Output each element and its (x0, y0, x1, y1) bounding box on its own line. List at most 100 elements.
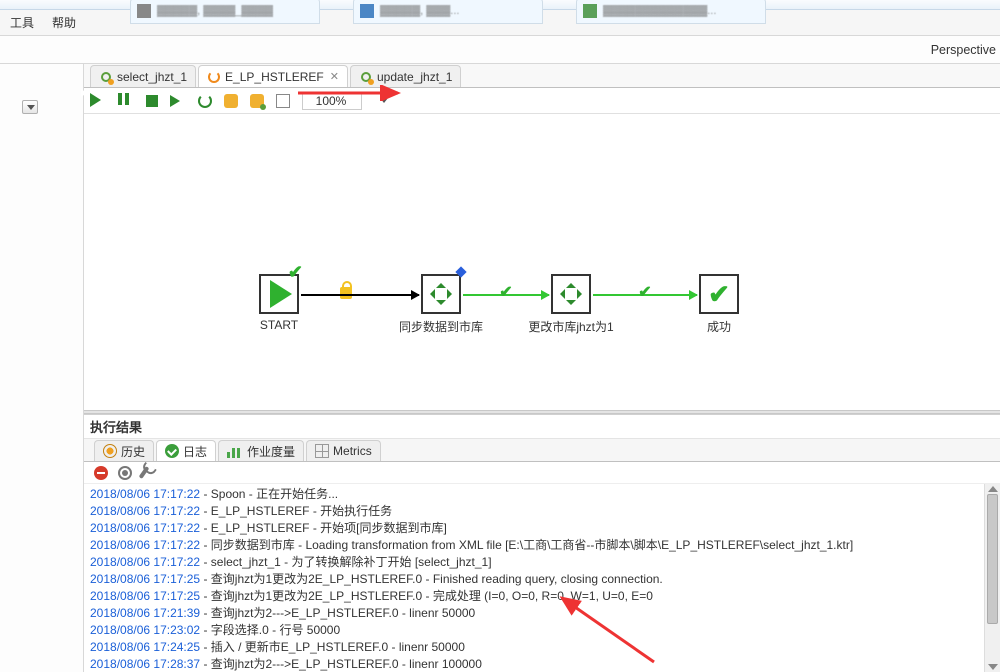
log-message: - Spoon - 正在开始任务... (200, 487, 338, 501)
results-panel: 执行结果 历史 日志 作业度量 Metrics 2018/08/06 17:17… (84, 414, 1000, 672)
tab-update-jhzt-1[interactable]: update_jhzt_1 (350, 65, 461, 87)
log-line: 2018/08/06 17:24:25 - 插入 / 更新市E_LP_HSTLE… (90, 639, 994, 656)
browser-tab[interactable]: ▓▓▓▓▓, ▓▓▓... (353, 0, 543, 24)
log-line: 2018/08/06 17:21:39 - 查询jhzt为2--->E_LP_H… (90, 605, 994, 622)
tab-label: 日志 (183, 443, 207, 460)
close-icon[interactable]: ✕ (330, 70, 339, 83)
replay-button[interactable] (198, 94, 212, 108)
node-success[interactable]: ✔ 成功 (699, 274, 739, 314)
perspective-label[interactable]: Perspective (931, 43, 996, 57)
tab-label: update_jhzt_1 (377, 70, 452, 84)
log-timestamp: 2018/08/06 17:28:37 (90, 657, 200, 671)
log-timestamp: 2018/08/06 17:17:22 (90, 538, 200, 552)
log-body[interactable]: 2018/08/06 17:17:22 - Spoon - 正在开始任务...2… (84, 484, 1000, 672)
explore-button[interactable] (250, 94, 264, 108)
log-message: - E_LP_HSTLEREF - 开始项[同步数据到市库] (200, 521, 447, 535)
log-timestamp: 2018/08/06 17:24:25 (90, 640, 200, 654)
stop-button[interactable] (146, 95, 158, 107)
browser-tab[interactable]: ▓▓▓▓▓, ▓▓▓▓_▓▓▓▓ (130, 0, 320, 24)
log-line: 2018/08/06 17:17:25 - 查询jhzt为1更改为2E_LP_H… (90, 571, 994, 588)
job-canvas[interactable]: ✔ START 同步数据到市库 ✔ (84, 114, 1000, 410)
tab-select-jhzt-1[interactable]: select_jhzt_1 (90, 65, 196, 87)
log-message: - 字段选择.0 - 行号 50000 (200, 623, 340, 637)
log-timestamp: 2018/08/06 17:23:02 (90, 623, 200, 637)
menu-help[interactable]: 帮助 (48, 14, 80, 31)
log-line: 2018/08/06 17:28:37 - 查询jhzt为2--->E_LP_H… (90, 656, 994, 672)
log-message: - 查询jhzt为2--->E_LP_HSTLEREF.0 - linenr 5… (200, 606, 475, 620)
editor-tabbar: select_jhzt_1 E_LP_HSTLEREF ✕ update_jhz… (84, 64, 1000, 88)
node-start[interactable]: ✔ START (259, 274, 299, 314)
log-timestamp: 2018/08/06 17:21:39 (90, 606, 200, 620)
run-toolbar: 100% (84, 88, 1000, 114)
node-label: 同步数据到市库 (399, 318, 483, 335)
scroll-thumb[interactable] (987, 494, 998, 624)
transform-icon (99, 70, 113, 84)
edge: ✔ (463, 294, 549, 296)
menu-tools[interactable]: 工具 (6, 14, 38, 31)
log-timestamp: 2018/08/06 17:17:22 (90, 555, 200, 569)
tab-label: select_jhzt_1 (117, 70, 187, 84)
tab-log[interactable]: 日志 (156, 440, 216, 461)
check-icon: ✔ (638, 282, 651, 302)
node-label: 成功 (707, 318, 731, 335)
log-message: - 插入 / 更新市E_LP_HSTLEREF.0 - linenr 50000 (200, 640, 465, 654)
favicon-icon (583, 4, 597, 18)
node-update[interactable]: 更改市库jhzt为1 (551, 274, 591, 314)
node-sync[interactable]: 同步数据到市库 (421, 274, 461, 314)
log-timestamp: 2018/08/06 17:17:22 (90, 504, 200, 518)
tab-label: E_LP_HSTLEREF (225, 70, 324, 84)
log-timestamp: 2018/08/06 17:17:25 (90, 589, 200, 603)
pause-button[interactable] (118, 93, 134, 109)
tab-label: 历史 (121, 443, 145, 460)
transformation-icon (559, 282, 583, 306)
check-icon: ✔ (708, 279, 730, 310)
tab-history[interactable]: 历史 (94, 440, 154, 461)
lock-icon (340, 287, 352, 299)
edge (301, 294, 419, 296)
favicon-icon (360, 4, 374, 18)
sql-button[interactable] (224, 94, 238, 108)
tab-metrics[interactable]: Metrics (306, 440, 381, 461)
check-icon: ✔ (288, 262, 303, 283)
restore-view-button[interactable] (22, 100, 38, 114)
log-toolbar (84, 462, 1000, 484)
scroll-down-icon[interactable] (988, 664, 998, 670)
preview-button[interactable] (170, 93, 186, 109)
log-line: 2018/08/06 17:17:25 - 查询jhzt为1更改为2E_LP_H… (90, 588, 994, 605)
run-button[interactable] (90, 93, 106, 109)
browser-tab[interactable]: ▓▓▓▓▓▓▓▓▓▓▓▓▓... (576, 0, 766, 24)
history-icon (103, 444, 117, 458)
log-settings-button[interactable] (118, 466, 132, 480)
perspective-bar: Perspective (0, 36, 1000, 64)
node-label: START (260, 318, 298, 332)
log-line: 2018/08/06 17:17:22 - 同步数据到市库 - Loading … (90, 537, 994, 554)
results-title: 执行结果 (84, 415, 1000, 439)
tab-label: Metrics (333, 444, 372, 458)
transform-icon (359, 70, 373, 84)
transformation-icon (429, 282, 453, 306)
log-timestamp: 2018/08/06 17:17:22 (90, 521, 200, 535)
log-message: - 查询jhzt为1更改为2E_LP_HSTLEREF.0 - Finished… (200, 572, 663, 586)
log-timestamp: 2018/08/06 17:17:22 (90, 487, 200, 501)
scrollbar-vertical[interactable] (984, 484, 1000, 672)
node-label: 更改市库jhzt为1 (528, 318, 613, 335)
play-icon (270, 280, 292, 308)
scroll-up-icon[interactable] (988, 486, 998, 492)
log-message: - 查询jhzt为2--->E_LP_HSTLEREF.0 - linenr 1… (200, 657, 482, 671)
log-tools-button[interactable] (139, 466, 150, 479)
log-line: 2018/08/06 17:17:22 - E_LP_HSTLEREF - 开始… (90, 503, 994, 520)
edge: ✔ (593, 294, 697, 296)
grid-icon (315, 444, 329, 458)
tab-jobmetrics[interactable]: 作业度量 (218, 440, 304, 461)
left-panel-collapsed (0, 64, 84, 672)
clear-log-button[interactable] (94, 466, 108, 480)
snap-grid-button[interactable] (276, 94, 290, 108)
log-message: - E_LP_HSTLEREF - 开始执行任务 (200, 504, 392, 518)
log-icon (165, 444, 179, 458)
log-timestamp: 2018/08/06 17:17:25 (90, 572, 200, 586)
log-message: - select_jhzt_1 - 为了转换解除补丁开始 [select_jhz… (200, 555, 491, 569)
tab-e-lp-hstleref[interactable]: E_LP_HSTLEREF ✕ (198, 65, 348, 87)
favicon-icon (137, 4, 151, 18)
check-icon: ✔ (499, 282, 512, 302)
log-line: 2018/08/06 17:17:22 - select_jhzt_1 - 为了… (90, 554, 994, 571)
